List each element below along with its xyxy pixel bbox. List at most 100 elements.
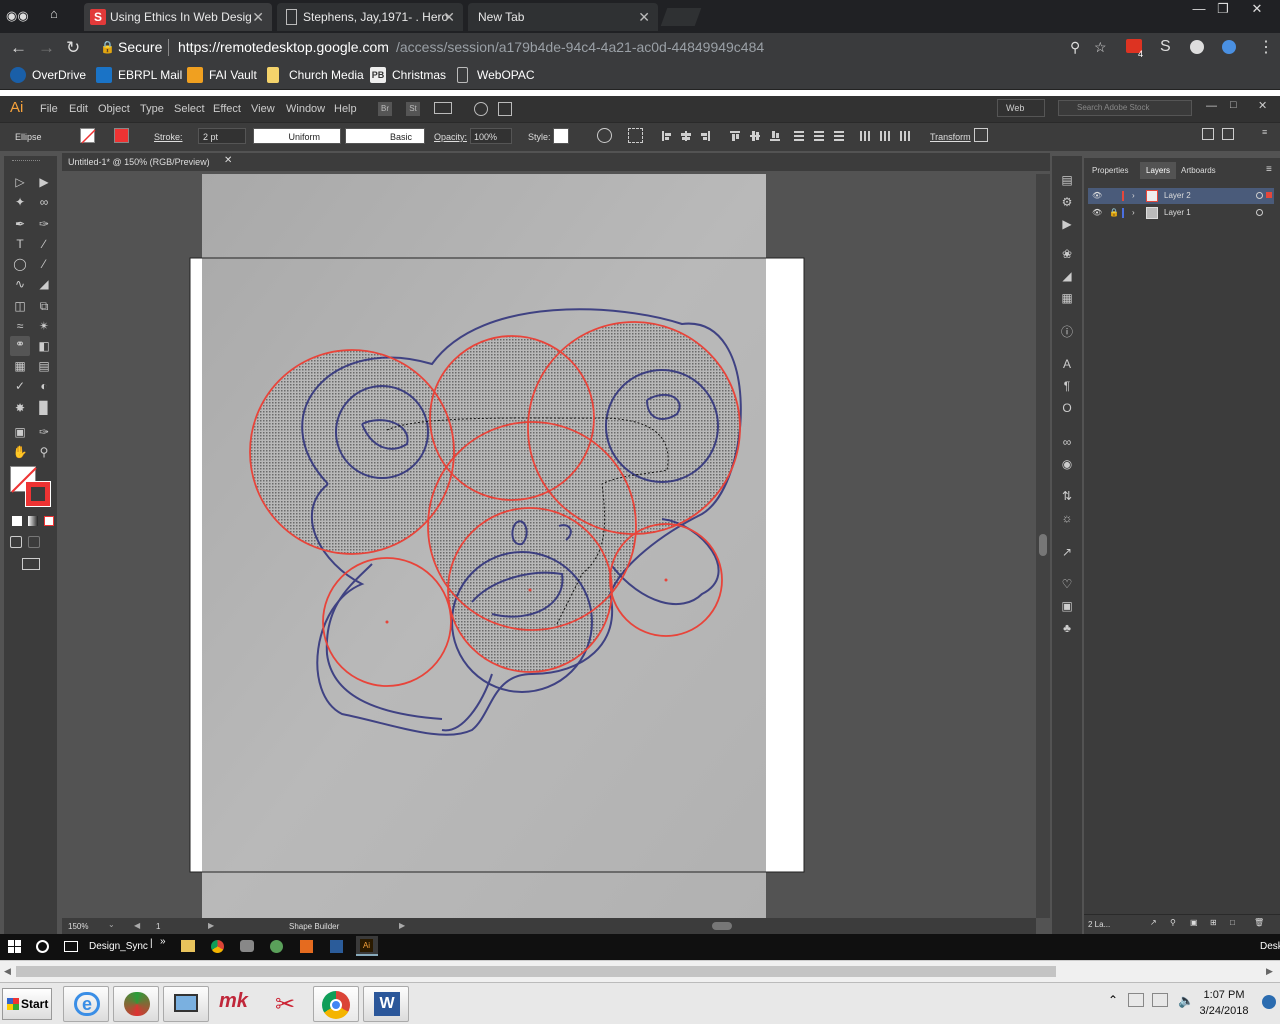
- tab-new-tab[interactable]: New Tab ✕: [468, 3, 658, 31]
- taskbar-item-design-sync[interactable]: Design_Sync: [89, 941, 148, 952]
- shape-builder-tool-icon[interactable]: ⚭: [10, 336, 30, 356]
- navigator-icon[interactable]: ☼: [1059, 510, 1075, 526]
- scroll-left-icon[interactable]: ◀: [4, 966, 11, 977]
- stroke-color-box[interactable]: [25, 481, 51, 507]
- horizontal-scroll-thumb[interactable]: [16, 966, 1056, 977]
- task-view-icon[interactable]: [64, 941, 78, 952]
- zoom-level[interactable]: 150%: [68, 922, 88, 931]
- desktop-peek-label[interactable]: Desk: [1260, 941, 1280, 952]
- toolbar-overflow-icon[interactable]: »: [160, 936, 166, 947]
- scale-tool-icon[interactable]: ⧉: [36, 298, 52, 314]
- new-layer-icon[interactable]: □: [1230, 918, 1235, 927]
- scroll-right-icon[interactable]: ▶: [1266, 966, 1273, 977]
- character-icon[interactable]: A: [1059, 356, 1075, 372]
- lock-icon[interactable]: 🔒: [1109, 205, 1119, 221]
- taskbar-mk[interactable]: mk: [213, 986, 259, 1022]
- star-icon[interactable]: ☆: [1094, 36, 1107, 59]
- variable-width-profile[interactable]: Uniform: [253, 128, 341, 144]
- symbols-icon[interactable]: ◢: [1059, 268, 1075, 284]
- reload-icon[interactable]: ↻: [66, 38, 80, 58]
- taskbar-ie[interactable]: e: [63, 986, 109, 1022]
- pen-tool-icon[interactable]: ✒: [12, 216, 28, 232]
- close-icon[interactable]: ✕: [224, 155, 232, 166]
- arrange-documents-icon[interactable]: [434, 102, 452, 114]
- zoom-icon[interactable]: ⚲: [1070, 36, 1080, 59]
- security-icon[interactable]: [1128, 993, 1144, 1007]
- layer-row-layer-1[interactable]: 👁 🔒 › Layer 1: [1088, 205, 1274, 221]
- lasso-tool-icon[interactable]: ∞: [36, 194, 52, 210]
- menu-edit[interactable]: Edit: [69, 103, 88, 115]
- chrome-icon[interactable]: [211, 940, 224, 953]
- home-tab-icon[interactable]: ⌂: [50, 6, 68, 24]
- ai-close-button[interactable]: ✕: [1258, 99, 1267, 112]
- new-tab-button[interactable]: [660, 8, 702, 26]
- rotate-tool-icon[interactable]: ◫: [12, 298, 28, 314]
- ai-minimize-button[interactable]: —: [1206, 100, 1217, 112]
- hand-tool-icon[interactable]: ✋: [12, 444, 28, 460]
- taskbar-chrome[interactable]: [313, 986, 359, 1022]
- ai-maximize-button[interactable]: □: [1230, 99, 1237, 111]
- recolor-artwork-icon[interactable]: [597, 128, 612, 143]
- panel-menu-icon[interactable]: ≡: [1262, 127, 1267, 137]
- paintbrush-tool-icon[interactable]: ⁄: [36, 256, 52, 272]
- workspace-switcher[interactable]: Web: [997, 99, 1045, 117]
- bookmark-webopac[interactable]: WebOPAC: [455, 67, 535, 83]
- magic-wand-tool-icon[interactable]: ✦: [12, 194, 28, 210]
- width-tool-icon[interactable]: ≈: [12, 318, 28, 334]
- stroke-swatch[interactable]: [114, 128, 129, 143]
- opentype-icon[interactable]: O: [1059, 400, 1075, 416]
- opacity-label[interactable]: Opacity:: [434, 132, 467, 142]
- restore-button[interactable]: ❐: [1208, 0, 1238, 18]
- none-mode-icon[interactable]: [44, 516, 54, 526]
- clubs-icon[interactable]: ♣: [1059, 620, 1075, 636]
- graphic-styles-icon[interactable]: ▦: [1059, 290, 1075, 306]
- volume-icon[interactable]: 🔈: [1178, 993, 1194, 1009]
- gradient-tool-icon[interactable]: ▤: [36, 358, 52, 374]
- artboard-tool-icon[interactable]: ▣: [12, 424, 28, 440]
- face-extension-icon[interactable]: [1222, 40, 1236, 54]
- close-window-button[interactable]: ✕: [1240, 0, 1274, 18]
- color-mode-icon[interactable]: [12, 516, 22, 526]
- transform-label[interactable]: Transform: [930, 132, 971, 142]
- export-icon[interactable]: ↗: [1150, 918, 1157, 927]
- perspective-grid-tool-icon[interactable]: ◧: [36, 338, 52, 354]
- actions-icon[interactable]: ▶: [1059, 216, 1075, 232]
- libraries-icon[interactable]: ▤: [1059, 172, 1075, 188]
- align-to-icon[interactable]: [628, 128, 643, 143]
- tab-using-ethics[interactable]: S Using Ethics In Web Desig ✕: [84, 3, 272, 31]
- gpu-performance-icon[interactable]: [474, 102, 488, 116]
- vertical-scrollbar[interactable]: [1036, 174, 1050, 918]
- chevron-down-icon[interactable]: ⌄: [108, 920, 115, 929]
- windows-start-icon[interactable]: [8, 940, 22, 954]
- taskbar-word[interactable]: W: [363, 986, 409, 1022]
- direct-selection-tool-icon[interactable]: ▶: [36, 174, 52, 190]
- sync-icon[interactable]: [498, 102, 512, 116]
- draw-behind-icon[interactable]: [28, 536, 40, 548]
- stroke-weight-input[interactable]: 2 pt: [198, 128, 246, 144]
- horizontal-scroll-thumb[interactable]: [712, 922, 732, 930]
- menu-file[interactable]: File: [40, 103, 58, 115]
- zoom-tool-icon[interactable]: ⚲: [36, 444, 52, 460]
- s-extension-icon[interactable]: S: [1160, 38, 1171, 56]
- document-tab[interactable]: Untitled-1* @ 150% (RGB/Preview): [68, 157, 210, 167]
- export-icon[interactable]: ↗: [1059, 544, 1075, 560]
- artwork[interactable]: [62, 174, 1036, 918]
- file-explorer-icon[interactable]: [181, 940, 195, 952]
- brush-definition[interactable]: Basic: [345, 128, 425, 144]
- column-graph-tool-icon[interactable]: ▉: [36, 400, 52, 416]
- puppet-icon[interactable]: ♡: [1059, 576, 1075, 592]
- stroke-label[interactable]: Stroke:: [154, 132, 183, 142]
- panel-menu-icon[interactable]: ≡: [1266, 164, 1272, 175]
- control-options-icon[interactable]: [1222, 128, 1234, 140]
- close-icon[interactable]: ✕: [252, 3, 264, 31]
- next-artboard-icon[interactable]: ▶: [208, 921, 214, 930]
- bookmark-overdrive[interactable]: OverDrive: [10, 67, 86, 83]
- puppet-warp-tool-icon[interactable]: ✴: [36, 318, 52, 334]
- bridge-icon[interactable]: Br: [378, 102, 392, 116]
- target-icon[interactable]: [1256, 192, 1263, 199]
- chevron-right-icon[interactable]: ›: [1132, 205, 1135, 221]
- forward-arrow-icon[interactable]: →: [38, 38, 55, 58]
- close-icon[interactable]: ✕: [638, 3, 650, 31]
- menu-effect[interactable]: Effect: [213, 103, 241, 115]
- gradient-mode-icon[interactable]: [28, 516, 38, 526]
